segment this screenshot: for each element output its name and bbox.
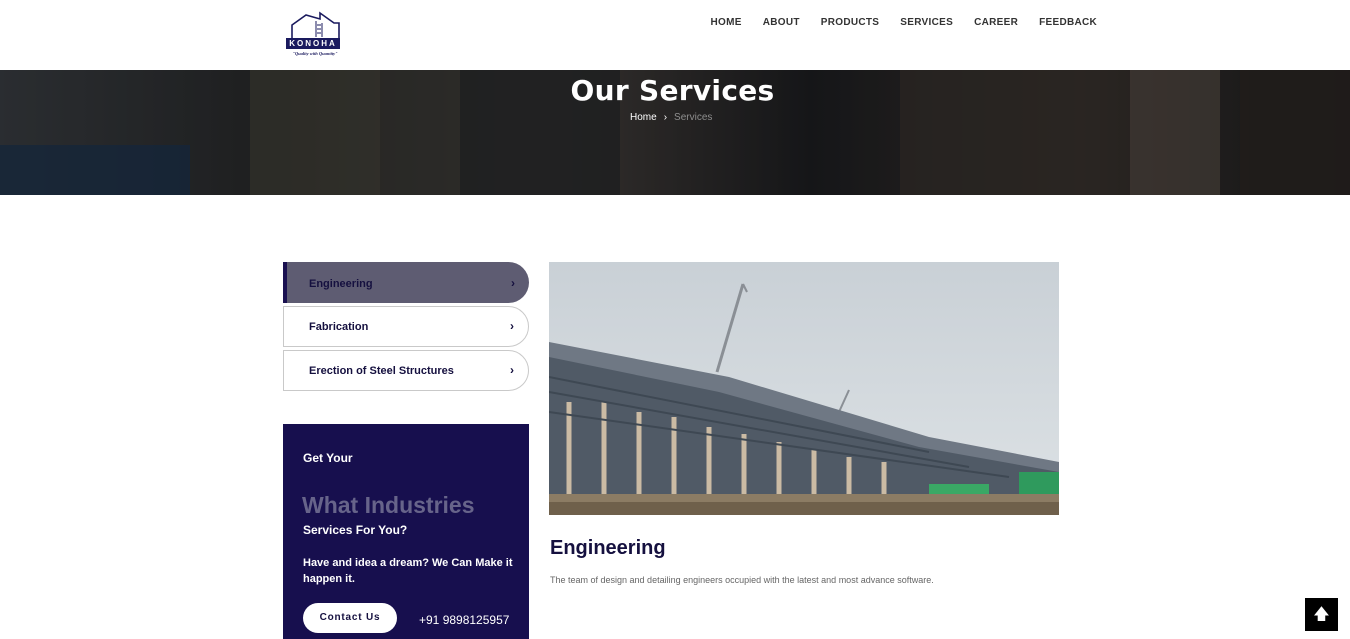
logo-tagline: "Quality with Quantity" bbox=[292, 51, 338, 56]
breadcrumb-current: Services bbox=[674, 112, 713, 123]
nav-home[interactable]: HOME bbox=[711, 17, 742, 28]
page-title: Our Services bbox=[570, 74, 775, 107]
promo-headline: What Industries bbox=[302, 492, 475, 518]
service-tab-fabrication[interactable]: Fabrication › bbox=[283, 306, 529, 347]
nav-services[interactable]: SERVICES bbox=[900, 17, 953, 28]
page-banner: Our Services Home › Services bbox=[0, 70, 1350, 195]
phone-number[interactable]: +91 9898125957 bbox=[419, 613, 509, 627]
nav-feedback[interactable]: FEEDBACK bbox=[1039, 17, 1097, 28]
nav-about[interactable]: ABOUT bbox=[763, 17, 800, 28]
chevron-right-icon: › bbox=[663, 112, 668, 123]
promo-subline: Services For You? bbox=[303, 523, 408, 537]
contact-us-button[interactable]: Contact Us bbox=[303, 603, 397, 633]
chevron-right-icon: › bbox=[510, 363, 514, 377]
scroll-to-top-button[interactable]: 🡅 bbox=[1305, 598, 1338, 631]
breadcrumb: Home › Services bbox=[630, 112, 712, 123]
service-title: Engineering bbox=[550, 537, 666, 559]
logo-wordmark: KONOHA bbox=[286, 38, 340, 49]
main-nav: HOME ABOUT PRODUCTS SERVICES CAREER FEED… bbox=[700, 17, 1108, 28]
service-tab-label: Engineering bbox=[309, 278, 373, 290]
chevron-right-icon: › bbox=[510, 319, 514, 333]
service-tab-label: Fabrication bbox=[309, 321, 369, 333]
arrow-up-icon: 🡅 bbox=[1313, 606, 1330, 623]
contact-promo: Get Your What Industries Services For Yo… bbox=[283, 424, 529, 639]
breadcrumb-home[interactable]: Home bbox=[630, 112, 657, 123]
service-tab-engineering[interactable]: Engineering › bbox=[283, 262, 529, 303]
service-tab-label: Erection of Steel Structures bbox=[309, 365, 454, 377]
service-tab-erection[interactable]: Erection of Steel Structures › bbox=[283, 350, 529, 391]
site-header: KONOHA "Quality with Quantity" HOME ABOU… bbox=[0, 0, 1350, 70]
service-description: The team of design and detailing enginee… bbox=[550, 575, 934, 585]
nav-career[interactable]: CAREER bbox=[974, 17, 1018, 28]
promo-kicker: Get Your bbox=[303, 451, 353, 465]
promo-description: Have and idea a dream? We Can Make it ha… bbox=[303, 557, 513, 585]
chevron-right-icon: › bbox=[511, 276, 515, 290]
nav-products[interactable]: PRODUCTS bbox=[821, 17, 880, 28]
engineering-image bbox=[549, 262, 1059, 515]
